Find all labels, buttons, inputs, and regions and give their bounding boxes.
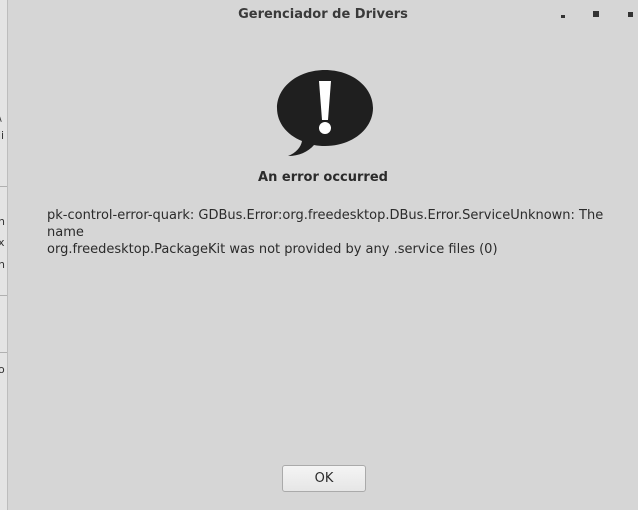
error-heading: An error occurred (258, 170, 388, 185)
close-button[interactable] (622, 6, 638, 22)
window-title: Gerenciador de Drivers (238, 7, 408, 22)
maximize-button[interactable] (588, 6, 604, 22)
error-message-line: org.freedesktop.PackageKit was not provi… (47, 242, 498, 257)
background-window-text: n (0, 258, 5, 271)
error-speech-bubble-icon (277, 70, 373, 156)
background-window-divider (0, 186, 7, 187)
close-icon (627, 11, 633, 17)
background-window-text: \ (0, 112, 2, 124)
background-window-text: n (0, 215, 5, 228)
ok-button[interactable]: OK (282, 465, 366, 492)
background-window-divider (0, 295, 7, 296)
exclamation-dot (319, 122, 331, 134)
error-message: pk-control-error-quark: GDBus.Error:org.… (47, 207, 622, 258)
background-window-edge: \ li n x n o (0, 0, 8, 510)
background-window-divider (0, 352, 7, 353)
error-message-line: pk-control-error-quark: GDBus.Error:org.… (47, 208, 604, 240)
title-bar[interactable]: Gerenciador de Drivers (8, 0, 638, 30)
driver-manager-dialog: \ li n x n o Gerenciador de Drivers An e… (0, 0, 638, 510)
minimize-button[interactable] (555, 6, 571, 22)
background-window-text: x (0, 236, 5, 249)
maximize-icon (593, 11, 599, 17)
background-window-text: li (0, 129, 5, 142)
minimize-icon (561, 15, 565, 18)
background-window-text: o (0, 363, 5, 376)
